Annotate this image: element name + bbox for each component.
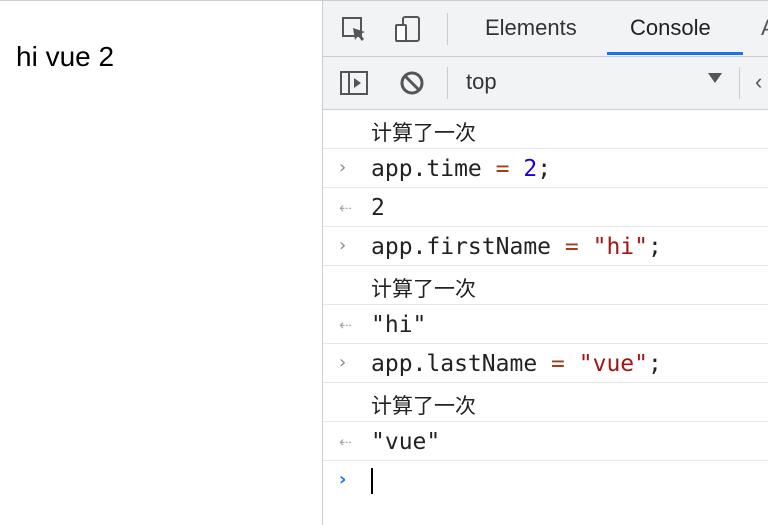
output-arrow-icon: ⇠ [339,316,352,334]
input-chevron-icon: › [339,352,347,373]
dropdown-arrow-icon[interactable] [708,73,722,83]
tab-elements[interactable]: Elements [485,15,577,41]
text-caret[interactable] [371,468,373,494]
toolbar-separator [739,67,740,99]
input-chevron-icon: › [339,157,347,178]
clear-console-icon[interactable] [397,68,427,98]
page-viewport: hi vue 2 [0,0,322,525]
tab-overflow[interactable]: A [761,15,768,41]
console-input-row: › app.firstName = "hi"; [323,227,768,266]
result-value: "hi" [371,312,427,338]
console-result-row: ⇠ "vue" [323,422,768,461]
console-input-row: › app.time = 2; [323,149,768,188]
inspect-element-icon[interactable] [339,14,369,44]
active-tab-indicator [607,52,743,55]
console-result-row: ⇠ "hi" [323,305,768,344]
log-message: 计算了一次 [371,277,476,301]
output-arrow-icon: ⇠ [339,199,352,217]
devtools-tabbar: Elements Console A [323,1,768,57]
tab-console[interactable]: Console [630,15,711,41]
devtools-panel: Elements Console A top ‹ 计算了一次 › app.tim… [322,0,768,525]
command-text[interactable]: app.firstName = "hi"; [371,234,662,260]
console-log-row: 计算了一次 [323,383,768,422]
command-text[interactable]: app.lastName = "vue"; [371,351,662,377]
rendered-text: hi vue 2 [16,41,115,72]
console-log-row: 计算了一次 [323,110,768,149]
result-value: "vue" [371,429,441,455]
toolbar-separator [447,13,448,45]
console-toolbar: top ‹ [323,57,768,110]
console-prompt-row[interactable]: › [323,461,768,500]
console-input-row: › app.lastName = "vue"; [323,344,768,383]
result-value: 2 [371,195,385,221]
sidebar-toggle-icon[interactable] [339,68,369,98]
log-message: 计算了一次 [371,394,476,418]
prompt-chevron-icon: › [339,469,347,490]
console-log-row: 计算了一次 [323,266,768,305]
input-chevron-icon: › [339,235,347,256]
toolbar-separator [447,67,448,99]
context-selector[interactable]: top [466,69,497,95]
console-output: 计算了一次 › app.time = 2; ⇠ 2 › app.firstNam… [323,110,768,500]
device-toolbar-icon[interactable] [393,14,423,44]
console-result-row: ⇠ 2 [323,188,768,227]
log-message: 计算了一次 [371,121,476,145]
output-arrow-icon: ⇠ [339,433,352,451]
command-text[interactable]: app.time = 2; [371,156,551,182]
chevron-left-icon[interactable]: ‹ [755,69,762,95]
